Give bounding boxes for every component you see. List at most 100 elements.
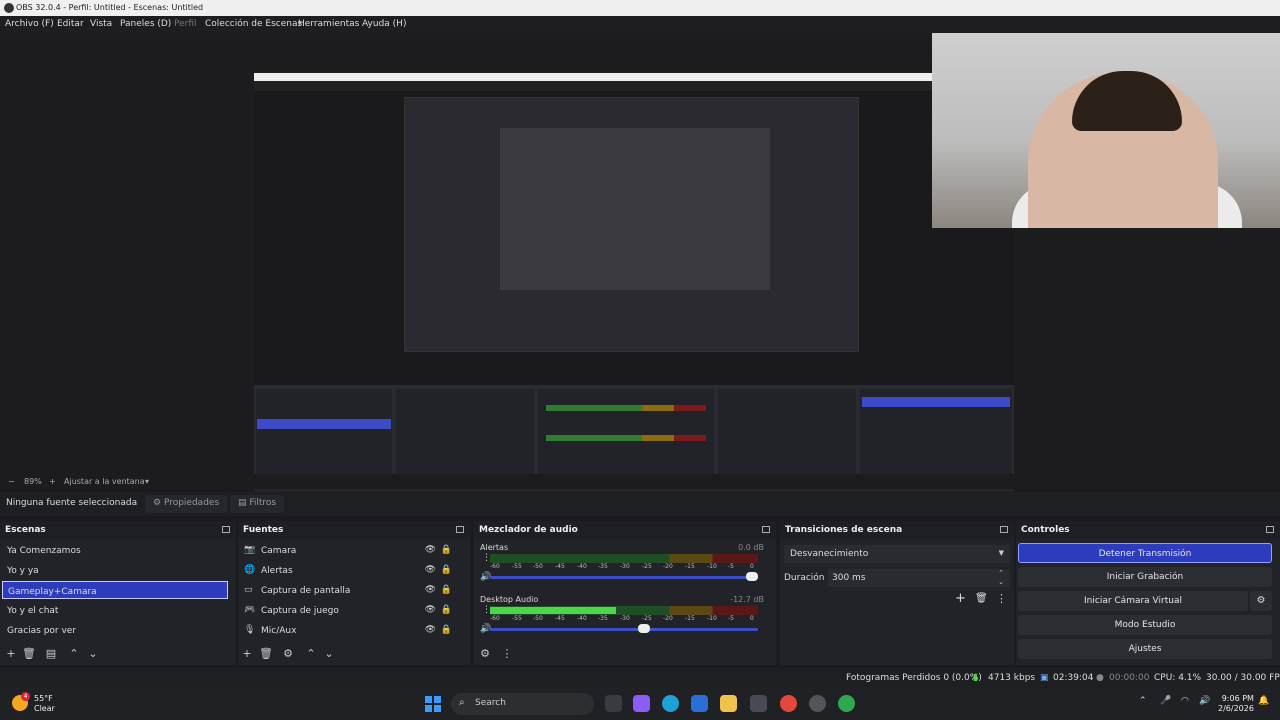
scene-item[interactable]: Ya Comenzamos: [2, 541, 228, 559]
file-explorer-icon[interactable]: [720, 695, 737, 712]
meter-scale: -60 -55 -50 -45 -40 -35 -30 -25 -20 -15 -10 -5 0: [490, 563, 758, 571]
start-icon[interactable]: [425, 696, 441, 712]
move-down-icon[interactable]: ⌄: [322, 647, 336, 660]
menu-archivo[interactable]: Archivo (F): [5, 19, 54, 29]
nested-meter-2: [546, 435, 706, 441]
volume-slider-knob[interactable]: [638, 624, 650, 633]
menu-vista[interactable]: Vista: [90, 19, 112, 29]
more-icon[interactable]: ⋮: [996, 592, 1007, 605]
menu-herramientas[interactable]: Herramientas: [298, 19, 359, 29]
system-clock[interactable]: 9:06 PM 2/6/2026: [1218, 694, 1254, 714]
lock-icon[interactable]: 🔒: [441, 565, 452, 575]
menu-perfil[interactable]: Perfil: [174, 19, 197, 29]
preview-area[interactable]: [0, 33, 1280, 502]
trash-icon[interactable]: 🗑: [975, 593, 988, 604]
volume-icon[interactable]: 🔊: [1199, 696, 1210, 706]
eye-icon[interactable]: 👁: [425, 625, 436, 635]
lock-icon[interactable]: 🔒: [441, 605, 452, 615]
weather-widget[interactable]: 55°F Clear: [34, 694, 55, 714]
properties-button[interactable]: ⚙ Propiedades: [145, 495, 228, 513]
task-view-icon[interactable]: [605, 695, 622, 712]
meter-scale: -60 -55 -50 -45 -40 -35 -30 -25 -20 -15 -10 -5 0: [490, 615, 758, 623]
add-icon[interactable]: +: [4, 647, 18, 660]
start-recording-button[interactable]: Iniciar Grabación: [1018, 567, 1272, 587]
obs-icon[interactable]: [809, 695, 826, 712]
scene-item[interactable]: Gracias por ver: [2, 621, 228, 639]
add-icon[interactable]: +: [955, 591, 966, 606]
nested-mixer: [538, 389, 714, 479]
preview-canvas[interactable]: [254, 73, 1014, 502]
scene-item-selected[interactable]: Gameplay+Camara: [2, 581, 228, 599]
studio-mode-button[interactable]: Modo Estudio: [1018, 615, 1272, 635]
gear-icon[interactable]: ⚙: [1250, 591, 1272, 611]
source-item[interactable]: 📷 Camara 👁 🔒: [240, 541, 462, 559]
dock-float-icon[interactable]: [762, 526, 770, 533]
settings-button[interactable]: Ajustes: [1018, 639, 1272, 659]
sources-toolbar: + 🗑 ⚙ ⌃ ⌄: [238, 643, 470, 665]
trash-icon[interactable]: 🗑: [259, 647, 273, 660]
source-item[interactable]: 🎙 Mic/Aux 👁 🔒: [240, 621, 462, 639]
volume-slider[interactable]: [490, 576, 758, 579]
outlook-icon[interactable]: [691, 695, 708, 712]
notifications-icon[interactable]: 🔔: [1258, 696, 1269, 706]
scene-item[interactable]: Yo y ya: [2, 561, 228, 579]
scale-tick-label: -25: [642, 615, 652, 622]
menu-coleccion-escenas[interactable]: Colección de Escenas: [205, 19, 302, 29]
add-icon[interactable]: +: [240, 647, 254, 660]
scale-tick-label: -30: [620, 563, 630, 570]
menu-ayuda[interactable]: Ayuda (H): [362, 19, 406, 29]
zoom-dropdown-icon[interactable]: ▾: [145, 477, 149, 486]
dock-float-icon[interactable]: [1266, 526, 1274, 533]
move-up-icon[interactable]: ⌃: [67, 647, 81, 660]
menu-paneles[interactable]: Paneles (D): [120, 19, 171, 29]
chrome-icon[interactable]: [780, 695, 797, 712]
volume-slider[interactable]: [490, 628, 758, 631]
lock-icon[interactable]: 🔒: [441, 585, 452, 595]
move-up-icon[interactable]: ⌃: [304, 647, 318, 660]
tray-chevron-up-icon[interactable]: ⌃: [1139, 696, 1147, 706]
scene-item[interactable]: Yo y el chat: [2, 601, 228, 619]
eye-icon[interactable]: 👁: [425, 545, 436, 555]
properties-label: Propiedades: [163, 498, 220, 508]
dock-float-icon[interactable]: [1000, 526, 1008, 533]
time: 9:06 PM: [1221, 694, 1254, 703]
store-icon[interactable]: [750, 695, 767, 712]
source-item[interactable]: ▭ Captura de pantalla 👁 🔒: [240, 581, 462, 599]
dock-float-icon[interactable]: [222, 526, 230, 533]
copilot-icon[interactable]: [633, 695, 650, 712]
wifi-icon[interactable]: ◠: [1181, 696, 1189, 706]
eye-icon[interactable]: 👁: [425, 565, 436, 575]
mixer-dock: Mezclador de audio Alertas 0.0 dB ⋮ -60 -…: [474, 521, 776, 665]
source-item[interactable]: 🌐 Alertas 👁 🔒: [240, 561, 462, 579]
zoom-fit[interactable]: Ajustar a la ventana: [64, 477, 145, 486]
gear-icon[interactable]: ⚙: [281, 647, 295, 660]
eye-icon[interactable]: 👁: [425, 605, 436, 615]
dock-float-icon[interactable]: [456, 526, 464, 533]
more-icon[interactable]: ⋮: [500, 647, 514, 660]
chrome-profile-icon[interactable]: [838, 695, 855, 712]
edge-icon[interactable]: [662, 695, 679, 712]
stop-streaming-button[interactable]: Detener Transmisión: [1018, 543, 1272, 563]
transition-select[interactable]: Desvanecimiento ▼: [784, 545, 1010, 563]
volume-slider-knob[interactable]: [746, 572, 758, 581]
zoom-in-button[interactable]: +: [49, 477, 56, 486]
advanced-audio-icon[interactable]: ⚙: [478, 647, 492, 660]
taskbar-search[interactable]: ⌕ Search: [451, 693, 594, 715]
filters-button[interactable]: ▤ Filtros: [230, 495, 285, 513]
stream-icon: ▣: [1040, 673, 1049, 683]
lock-icon[interactable]: 🔒: [441, 545, 452, 555]
move-down-icon[interactable]: ⌄: [86, 647, 100, 660]
menu-editar[interactable]: Editar: [57, 19, 84, 29]
nested-titlebar: [254, 73, 1014, 81]
filter-icon[interactable]: ▤: [44, 647, 58, 660]
source-item[interactable]: 🎮 Captura de juego 👁 🔒: [240, 601, 462, 619]
eye-icon[interactable]: 👁: [425, 585, 436, 595]
nested-scene-selected: [257, 419, 391, 429]
lock-icon[interactable]: 🔒: [441, 625, 452, 635]
trash-icon[interactable]: 🗑: [22, 647, 36, 660]
stepper-icon[interactable]: ⌃ ⌄: [998, 569, 1004, 587]
start-virtual-camera-button[interactable]: Iniciar Cámara Virtual: [1018, 591, 1248, 611]
duration-input[interactable]: 300 ms ⌃ ⌄: [828, 569, 1010, 587]
microphone-icon[interactable]: 🎤: [1160, 696, 1171, 706]
zoom-out-button[interactable]: −: [8, 477, 15, 486]
